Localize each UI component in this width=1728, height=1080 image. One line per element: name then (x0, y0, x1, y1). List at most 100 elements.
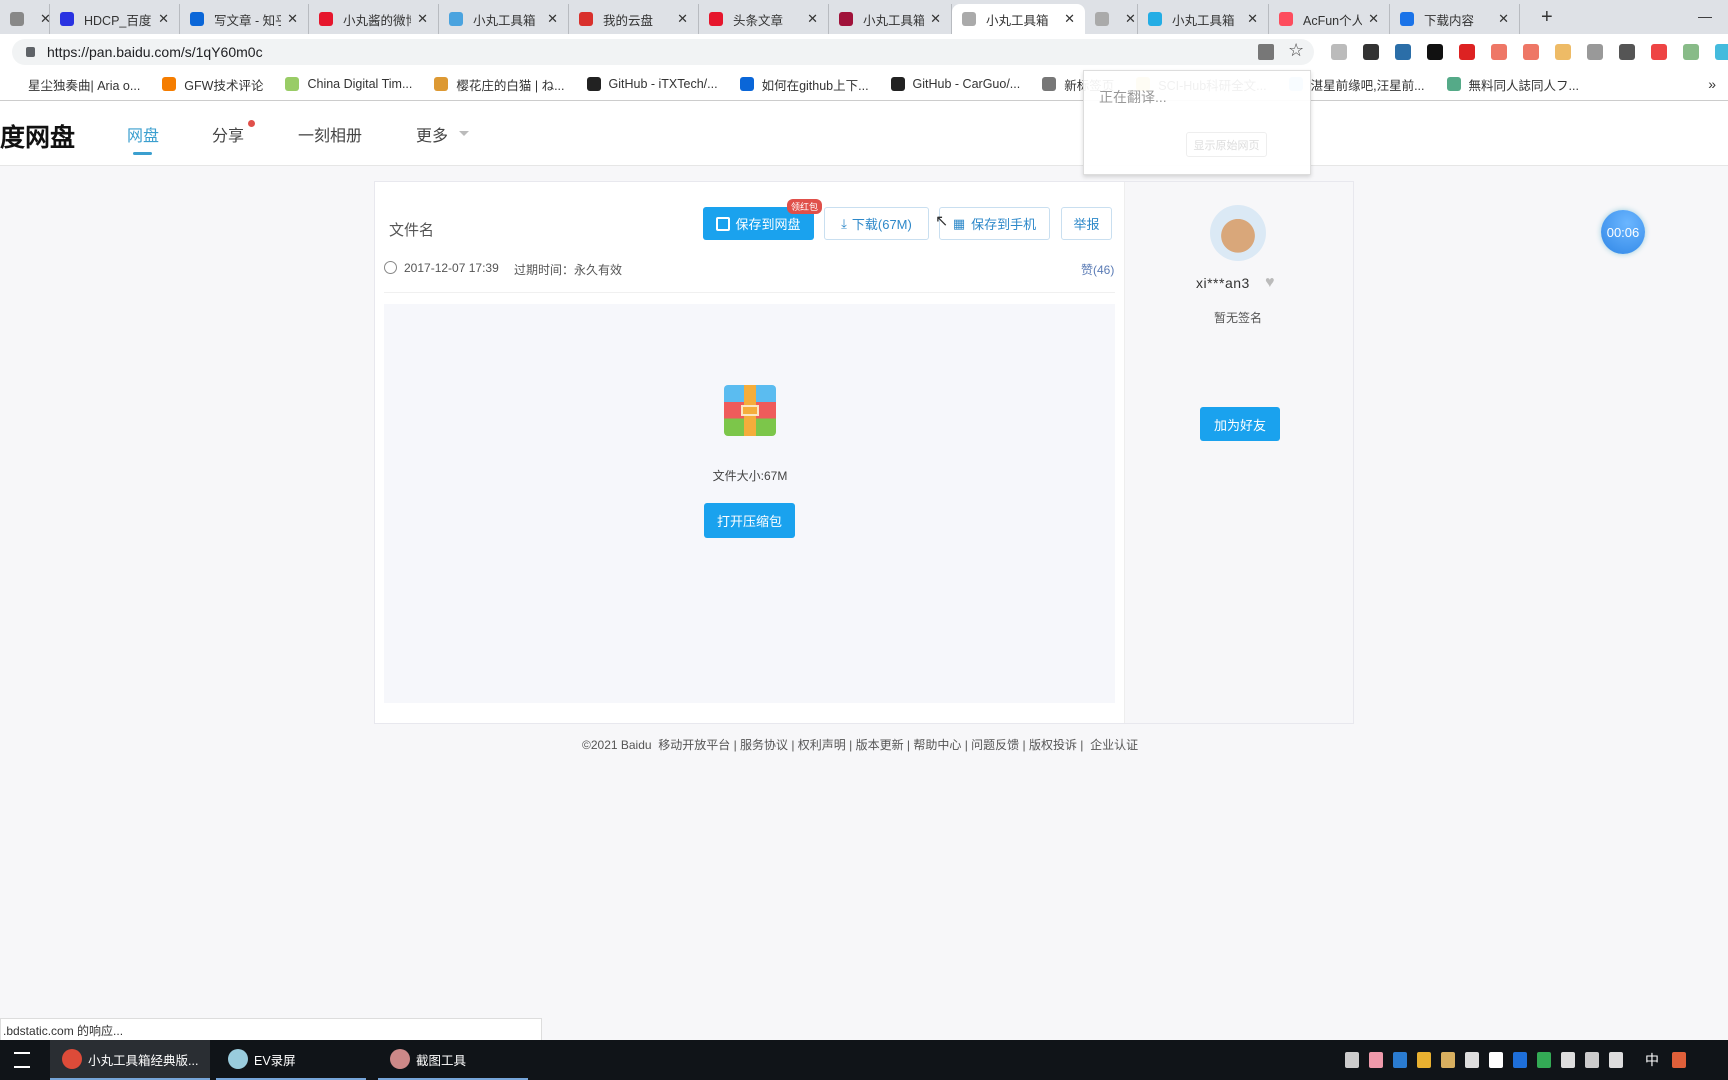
extension-icon[interactable] (1523, 44, 1539, 60)
tray-icon[interactable] (1465, 1052, 1479, 1068)
bookmark[interactable]: 如何在github上下... (739, 75, 869, 94)
tray-icon[interactable] (1585, 1052, 1599, 1068)
extension-icon[interactable] (1491, 44, 1507, 60)
tab-strip: 录✕HDCP_百度✕写文章 - 知乎✕小丸酱的微博✕小丸工具箱✕我的云盘✕头条文… (0, 0, 1728, 34)
star-icon[interactable]: ☆ (1288, 40, 1304, 61)
nav-netdisk[interactable]: 网盘 (127, 122, 159, 146)
add-friend-button[interactable]: 加为好友 (1200, 407, 1280, 441)
extension-icon[interactable] (1427, 44, 1443, 60)
extension-icon[interactable] (1619, 44, 1635, 60)
tab[interactable]: 我的云盘 ✕ (569, 4, 699, 34)
close-tab-icon[interactable]: ✕ (1498, 11, 1509, 27)
tray-icon[interactable] (1537, 1052, 1551, 1068)
bookmark-title: 無料同人誌同人フ... (1468, 78, 1579, 93)
tab[interactable]: 录✕ (0, 4, 51, 34)
recording-timer[interactable]: 00:06 (1601, 210, 1645, 254)
sogou-input-icon[interactable] (1672, 1052, 1686, 1068)
tab[interactable]: 下载内容 ✕ (1390, 4, 1520, 34)
tray-icon[interactable] (1441, 1052, 1455, 1068)
lock-icon (26, 47, 35, 57)
open-archive-button[interactable]: 打开压缩包 (704, 503, 795, 538)
tray-icon[interactable] (1345, 1052, 1359, 1068)
tab[interactable]: 小丸工具箱 ✕ (1138, 4, 1269, 34)
nav-album[interactable]: 一刻相册 (298, 122, 362, 146)
nav-share[interactable]: 分享 (212, 122, 244, 146)
close-tab-icon[interactable]: ✕ (1064, 11, 1075, 27)
like-button[interactable]: 赞(46) (1081, 261, 1114, 278)
tray-icon[interactable] (1609, 1052, 1623, 1068)
tab-title: 我的云盘 (603, 13, 654, 28)
download-button[interactable]: ⤓ 下载(67M) (824, 207, 929, 240)
extension-icon[interactable] (1395, 44, 1411, 60)
close-tab-icon[interactable]: ✕ (547, 11, 558, 27)
taskbar-app[interactable]: 小丸工具箱经典版... (50, 1040, 210, 1080)
extension-icon[interactable] (1587, 44, 1603, 60)
download-icon: ⤓ (841, 215, 847, 231)
bookmark[interactable]: 星尘独奏曲| Aria o... (6, 75, 140, 94)
report-button[interactable]: 举报 (1061, 207, 1112, 240)
tray-icon[interactable] (1417, 1052, 1431, 1068)
close-tab-icon[interactable]: ✕ (1247, 11, 1258, 27)
tab-title: 下载内容 (1424, 13, 1475, 28)
bookmark[interactable]: GFW技术评论 (162, 75, 263, 94)
tab[interactable]: HDCP_百度 ✕ (50, 4, 180, 34)
taskbar-app[interactable]: 截图工具 (378, 1040, 528, 1080)
close-tab-icon[interactable]: ✕ (1125, 11, 1136, 27)
extension-icon[interactable] (1459, 44, 1475, 60)
more-bookmarks-button[interactable]: » (1708, 76, 1716, 92)
show-original-button[interactable]: 显示原始网页 (1186, 132, 1267, 157)
extension-icon[interactable] (1651, 44, 1667, 60)
tab[interactable]: 小丸工具箱 ✕ (439, 4, 569, 34)
tray-icon[interactable] (1489, 1052, 1503, 1068)
close-tab-icon[interactable]: ✕ (417, 11, 428, 27)
tray-icon[interactable] (1561, 1052, 1575, 1068)
bookmark-favicon-icon (890, 77, 905, 91)
bookmark[interactable]: 樱花庄的白猫 | ね... (434, 75, 565, 94)
taskbar-app[interactable]: EV录屏 (216, 1040, 366, 1080)
tab[interactable]: 小丸工具箱 ✕ (952, 4, 1085, 34)
close-tab-icon[interactable]: ✕ (930, 11, 941, 27)
bookmark[interactable]: GitHub - iTXTech/... (586, 75, 718, 94)
tab[interactable]: 头条文章 ✕ (699, 4, 829, 34)
tab[interactable]: AcFun个人 ✕ (1269, 4, 1390, 34)
extension-icon[interactable] (1331, 44, 1347, 60)
status-bar: .bdstatic.com 的响应... (0, 1018, 542, 1041)
bookmark-title: GitHub - iTXTech/... (608, 77, 718, 91)
bookmark[interactable]: 無料同人誌同人フ... (1446, 75, 1579, 94)
minimize-button[interactable]: — (1698, 8, 1712, 24)
translate-icon[interactable] (1258, 44, 1274, 60)
close-tab-icon[interactable]: ✕ (1368, 11, 1379, 27)
nav-more[interactable]: 更多 (416, 122, 448, 146)
tab[interactable]: ·✕ (1085, 4, 1138, 34)
tray-icon[interactable] (1513, 1052, 1527, 1068)
new-tab-button[interactable]: + (1541, 6, 1553, 29)
bookmark[interactable]: GitHub - CarGuo/... (890, 75, 1020, 94)
user-avatar[interactable] (1210, 205, 1266, 261)
tab-favicon-icon (579, 12, 593, 26)
tab[interactable]: 写文章 - 知乎 ✕ (180, 4, 309, 34)
extension-icon[interactable] (1363, 44, 1379, 60)
task-view-icon[interactable] (14, 1052, 30, 1068)
tray-icon[interactable] (1393, 1052, 1407, 1068)
bookmark[interactable]: China Digital Tim... (285, 75, 412, 94)
footer-links[interactable]: ©2021 Baidu 移动开放平台 | 服务协议 | 权利声明 | 版本更新 … (582, 736, 1138, 753)
close-tab-icon[interactable]: ✕ (807, 11, 818, 27)
tab-favicon-icon (1148, 12, 1162, 26)
red-packet-badge[interactable]: 领红包 (787, 199, 823, 214)
user-name[interactable]: xi***an3 (1196, 275, 1250, 291)
close-tab-icon[interactable]: ✕ (677, 11, 688, 27)
tab[interactable]: 小丸工具箱 ✕ (829, 4, 952, 34)
extension-icon[interactable] (1715, 44, 1728, 60)
close-tab-icon[interactable]: ✕ (287, 11, 298, 27)
tab[interactable]: 小丸酱的微博 ✕ (309, 4, 439, 34)
close-tab-icon[interactable]: ✕ (158, 11, 169, 27)
mouse-cursor-icon: ↖ (935, 213, 949, 230)
save-to-phone-button[interactable]: ▦ 保存到手机 (939, 207, 1050, 240)
address-bar[interactable]: https://pan.baidu.com/s/1qY60m0c (12, 39, 1314, 65)
extension-icon[interactable] (1555, 44, 1571, 60)
tab-favicon-icon (190, 12, 204, 26)
tray-icon[interactable] (1369, 1052, 1383, 1068)
ime-indicator[interactable]: 中 (1645, 1050, 1659, 1070)
site-logo[interactable]: 度网盘 (0, 118, 75, 154)
extension-icon[interactable] (1683, 44, 1699, 60)
